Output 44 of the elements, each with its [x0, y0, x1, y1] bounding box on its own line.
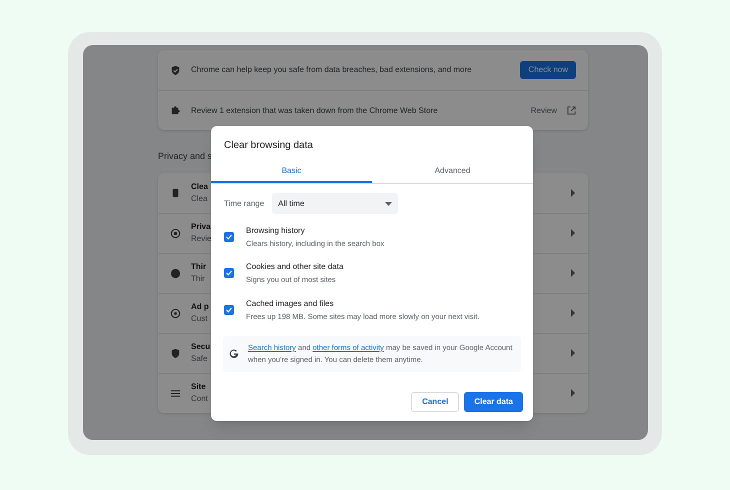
clear-data-button[interactable]: Clear data — [464, 392, 523, 412]
chevron-right-icon[interactable] — [570, 229, 576, 237]
chevron-right-icon[interactable] — [570, 349, 576, 357]
circle-icon — [170, 228, 181, 238]
checkbox[interactable] — [224, 232, 234, 242]
item-title: Clea — [191, 180, 208, 192]
chevron-right-icon[interactable] — [570, 389, 576, 397]
item-subtitle: Cont — [191, 393, 208, 405]
item-title: Ad p — [191, 301, 209, 313]
shield-icon — [170, 64, 181, 76]
dialog-title: Clear browsing data — [223, 139, 314, 153]
external-link-icon[interactable] — [567, 106, 576, 115]
item-subtitle: Cust — [191, 313, 208, 325]
chevron-right-icon[interactable] — [570, 269, 576, 277]
item-title: Priva — [191, 221, 211, 233]
row-text: Chrome can help keep you safe from data breaches, bad extensions, and more — [191, 64, 473, 76]
option-label: Cookies and other site data — [246, 261, 344, 274]
dropdown-value: All time — [278, 198, 304, 210]
shield-icon — [170, 348, 181, 358]
item-title: Site — [191, 381, 206, 393]
item-title: Thir — [191, 261, 206, 273]
review-link[interactable]: Review — [530, 104, 557, 116]
target-icon — [170, 308, 181, 318]
checkbox[interactable] — [224, 304, 234, 315]
checkbox[interactable] — [224, 268, 234, 278]
chevron-right-icon[interactable] — [570, 188, 576, 196]
option-label: Browsing history — [246, 225, 306, 237]
cancel-button[interactable]: Cancel — [411, 392, 460, 412]
field-label: Time range — [224, 198, 264, 210]
item-title: Secu — [191, 341, 210, 353]
item-subtitle: Revie — [191, 233, 212, 245]
item-subtitle: Clea — [191, 192, 208, 204]
tab[interactable]: Advanced — [372, 161, 533, 183]
time-range-dropdown[interactable]: All time — [272, 193, 398, 214]
row-text: Review 1 extension that was taken down from the Chrome Web Store — [191, 104, 439, 116]
item-subtitle: Safe — [191, 353, 208, 365]
puzzle-icon — [170, 105, 181, 116]
chevron-right-icon[interactable] — [570, 309, 576, 317]
tab[interactable]: Basic — [211, 161, 372, 183]
item-subtitle: Thir — [191, 273, 205, 285]
option-label: Cached images and files — [246, 298, 335, 310]
check-now-button[interactable]: Check now — [520, 61, 576, 79]
google-g-icon — [229, 348, 239, 359]
caret-icon — [385, 202, 392, 206]
